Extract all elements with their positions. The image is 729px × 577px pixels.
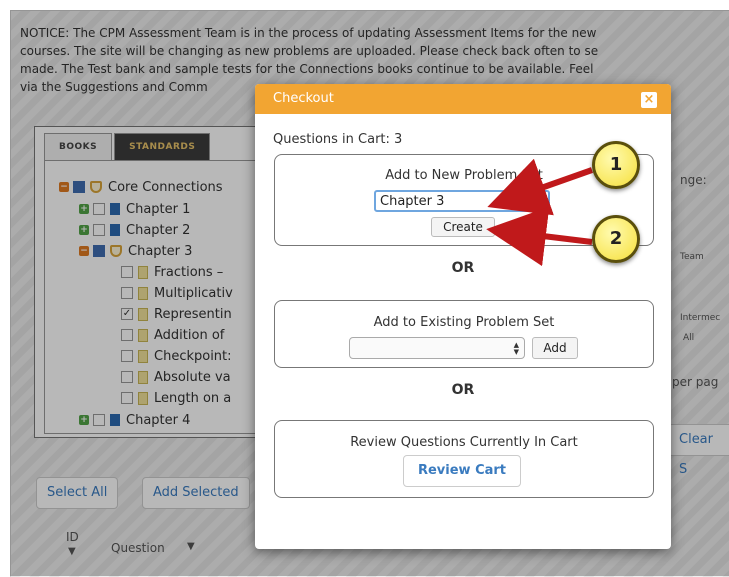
annotation-badge-1: 1 [592, 141, 640, 189]
arrow-2 [486, 206, 593, 267]
annotation-arrows [486, 158, 594, 267]
arrow-1 [487, 158, 594, 216]
annotation-badge-2: 2 [592, 215, 640, 263]
